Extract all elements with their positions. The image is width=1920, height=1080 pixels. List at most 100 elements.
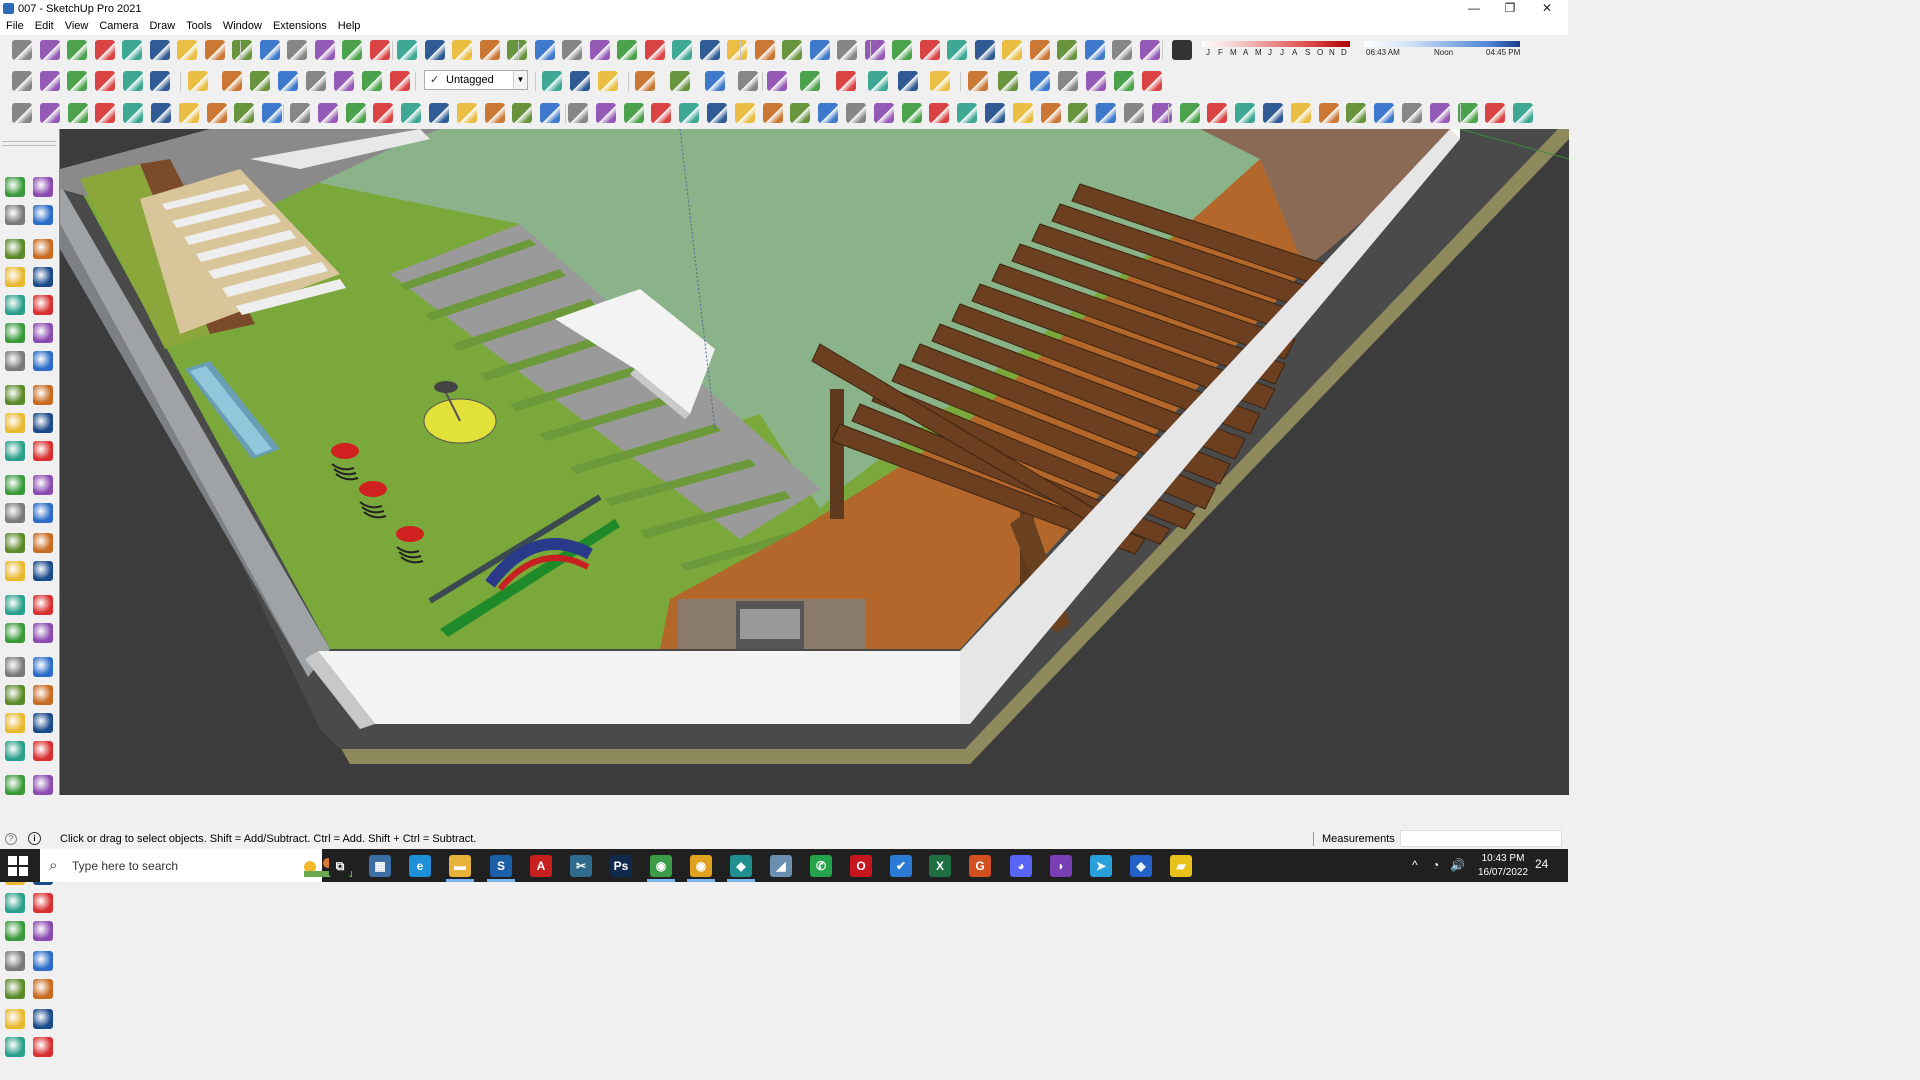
grammarly-taskbar-icon[interactable]: G <box>969 855 991 877</box>
adjust-button[interactable] <box>1402 103 1422 123</box>
chamfer-button[interactable] <box>1096 103 1116 123</box>
offset-tool-button[interactable] <box>33 441 53 461</box>
previous-tool-button[interactable] <box>33 623 53 643</box>
geo-location-icon[interactable]: ? <box>5 833 17 845</box>
edge-taskbar-icon[interactable]: e <box>409 855 431 877</box>
extrude-button[interactable] <box>250 71 270 91</box>
freehand-button[interactable] <box>40 103 60 123</box>
telegram-taskbar-icon[interactable]: ➤ <box>1090 855 1112 877</box>
hidden-line-button[interactable] <box>635 71 655 91</box>
styles-button[interactable] <box>645 40 665 60</box>
menu-file[interactable]: File <box>0 18 29 32</box>
weld-button[interactable] <box>596 103 616 123</box>
fredo-scale-button[interactable] <box>790 103 810 123</box>
orbit-button[interactable] <box>452 40 472 60</box>
circle-button[interactable] <box>957 103 977 123</box>
pan-button[interactable] <box>480 40 500 60</box>
arc-button[interactable] <box>177 40 197 60</box>
curviloft-button[interactable] <box>1513 103 1533 123</box>
circle-button[interactable] <box>123 103 143 123</box>
paint-button[interactable] <box>810 40 830 60</box>
texture-button[interactable] <box>763 103 783 123</box>
offset-tool-button[interactable] <box>33 1037 53 1057</box>
eraser-button[interactable] <box>837 40 857 60</box>
task-view-taskbar-icon[interactable]: ⧉ <box>329 855 351 877</box>
orbit-tool-button[interactable] <box>5 561 25 581</box>
arc-tool-button[interactable] <box>5 921 25 941</box>
move-button[interactable] <box>975 40 995 60</box>
pushpull-button[interactable] <box>232 40 252 60</box>
stamp-button[interactable] <box>1319 103 1339 123</box>
zoom-button[interactable] <box>507 40 527 60</box>
push-up-button[interactable] <box>188 71 208 91</box>
dimension-tool-button[interactable] <box>33 475 53 495</box>
draw-line-button[interactable] <box>12 103 32 123</box>
paint-button[interactable] <box>95 40 115 60</box>
rotate-button[interactable] <box>287 40 307 60</box>
axes-button[interactable] <box>397 40 417 60</box>
scale-button[interactable] <box>315 40 335 60</box>
rotate-view-button[interactable] <box>868 71 888 91</box>
text-button[interactable] <box>370 40 390 60</box>
scenes-button[interactable] <box>700 40 720 60</box>
rotate-tool-button[interactable] <box>5 413 25 433</box>
curve-loft-button[interactable] <box>1207 103 1227 123</box>
follow-me-tool-button[interactable] <box>33 413 53 433</box>
acrobat-taskbar-icon[interactable]: A <box>530 855 552 877</box>
section-button[interactable] <box>1140 40 1160 60</box>
back-edges-button[interactable] <box>570 71 590 91</box>
tag-dropdown[interactable]: ✓ Untagged ▼ <box>424 70 528 90</box>
app-teal-taskbar-icon[interactable]: ◆ <box>730 855 752 877</box>
text-button[interactable] <box>1085 40 1105 60</box>
getting-started-button[interactable] <box>12 40 32 60</box>
measure-button[interactable] <box>1142 71 1162 91</box>
solid-tools-button[interactable] <box>898 71 918 91</box>
hatch-button[interactable] <box>1458 103 1478 123</box>
section-button[interactable] <box>425 40 445 60</box>
draw-line-button[interactable] <box>846 103 866 123</box>
component-button[interactable] <box>390 71 410 91</box>
monochrome-button[interactable] <box>738 71 758 91</box>
extend-button[interactable] <box>1124 103 1144 123</box>
pushpull-button[interactable] <box>947 40 967 60</box>
trim-button[interactable] <box>1058 71 1078 91</box>
drape-button[interactable] <box>1346 103 1366 123</box>
getting-started-button[interactable] <box>727 40 747 60</box>
move-button[interactable] <box>260 40 280 60</box>
select-tool-button[interactable] <box>5 177 25 197</box>
shadows-button[interactable] <box>672 40 692 60</box>
top-view-button[interactable] <box>123 71 143 91</box>
join-button[interactable] <box>278 71 298 91</box>
zoom-tool-button[interactable] <box>5 595 25 615</box>
volume-icon[interactable]: 🔊 <box>1450 858 1465 872</box>
look-around-tool-button[interactable] <box>33 657 53 677</box>
eraser-button[interactable] <box>122 40 142 60</box>
polygon-tool-button[interactable] <box>33 295 53 315</box>
extension-warehouse-button[interactable] <box>590 40 610 60</box>
round-corner-button[interactable] <box>707 103 727 123</box>
arc-2pt-tool-button[interactable] <box>5 951 25 971</box>
polyline-button[interactable] <box>929 103 949 123</box>
section-fill-button[interactable] <box>767 71 787 91</box>
arc-3pt-tool-button[interactable] <box>33 351 53 371</box>
flip-edge-button[interactable] <box>540 103 560 123</box>
move-tool-button[interactable] <box>5 385 25 405</box>
tape-button[interactable] <box>1057 40 1077 60</box>
scale-tool-button[interactable] <box>5 1037 25 1057</box>
file-explorer-taskbar-icon[interactable]: ▬ <box>449 855 471 877</box>
app-paper-taskbar-icon[interactable]: ◢ <box>770 855 792 877</box>
shadow-month-slider[interactable]: J F M A M J J A S O N D <box>1198 40 1354 62</box>
component-button[interactable] <box>782 40 802 60</box>
polygon-button[interactable] <box>151 103 171 123</box>
select-button[interactable] <box>40 40 60 60</box>
rotate-tool-button[interactable] <box>5 1009 25 1029</box>
sandbox-tool-button[interactable] <box>33 741 53 761</box>
textured-button[interactable] <box>705 71 725 91</box>
sweep-button[interactable] <box>401 103 421 123</box>
arc-3pt-button[interactable] <box>179 103 199 123</box>
select-tool-button[interactable] <box>5 775 25 795</box>
freehand-button[interactable] <box>874 103 894 123</box>
zoom-extents-button[interactable] <box>535 40 555 60</box>
snipping-taskbar-icon[interactable]: ✂ <box>570 855 592 877</box>
circle-tool-button[interactable] <box>5 295 25 315</box>
